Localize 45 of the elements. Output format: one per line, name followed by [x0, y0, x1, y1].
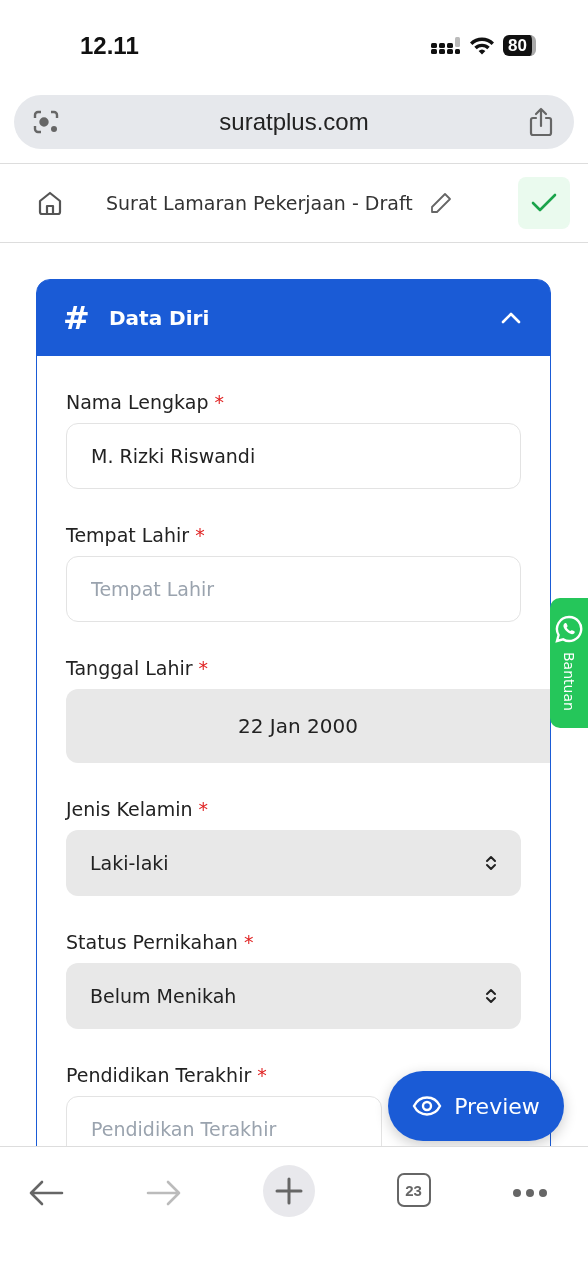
- eye-icon: [412, 1095, 443, 1117]
- document-title: Surat Lamaran Pekerjaan - Draft: [106, 192, 413, 214]
- input-field[interactable]: M. Rizki Riswandi: [66, 423, 521, 489]
- field-label: Tanggal Lahir: [66, 657, 193, 679]
- select-field[interactable]: Belum Menikah: [66, 963, 521, 1029]
- field-label: Tempat Lahir: [66, 524, 190, 546]
- check-icon: [531, 192, 557, 214]
- status-time: 12.11: [80, 31, 139, 60]
- required-mark: *: [198, 798, 208, 820]
- field-label: Status Pernikahan: [66, 931, 238, 953]
- preview-button[interactable]: Preview: [388, 1071, 564, 1141]
- home-icon[interactable]: [36, 189, 64, 217]
- share-icon[interactable]: [528, 107, 554, 137]
- address-bar[interactable]: suratplus.com: [14, 95, 574, 149]
- field-label: Nama Lengkap: [66, 391, 209, 413]
- required-mark: *: [195, 524, 205, 546]
- chevron-icon[interactable]: [500, 311, 522, 325]
- url-text: suratplus.com: [219, 108, 369, 136]
- updown-icon: [485, 854, 497, 872]
- updown-icon: [485, 987, 497, 1005]
- chat-phone-icon: [554, 614, 584, 644]
- required-mark: *: [214, 391, 224, 413]
- wifi-icon: [469, 36, 496, 55]
- battery-indicator: 80: [503, 35, 536, 56]
- field-label: Pendidikan Terakhir: [66, 1064, 252, 1086]
- select-field[interactable]: Laki-laki: [66, 830, 521, 896]
- required-mark: *: [198, 657, 209, 679]
- more-icon[interactable]: [512, 1188, 548, 1198]
- tab-count-button[interactable]: 23: [396, 1173, 431, 1207]
- save-button[interactable]: [518, 177, 570, 229]
- required-mark: *: [243, 931, 254, 953]
- camera-search-icon[interactable]: [32, 108, 60, 136]
- input-field[interactable]: Pendidikan Terakhir: [66, 1096, 382, 1146]
- new-tab-button[interactable]: [263, 1165, 315, 1217]
- date-field[interactable]: 22 Jan 2000: [66, 689, 550, 763]
- field-label: Jenis Kelamin: [66, 798, 193, 820]
- plus-icon: [275, 1177, 303, 1205]
- section-header[interactable]: # Data Diri: [37, 280, 550, 356]
- pencil-icon[interactable]: [428, 191, 453, 215]
- required-mark: *: [257, 1064, 267, 1086]
- back-arrow-icon[interactable]: [28, 1179, 64, 1207]
- section-title: Data Diri: [109, 306, 211, 330]
- input-field[interactable]: Tempat Lahir: [66, 556, 521, 622]
- signal-icon: [431, 36, 462, 55]
- section-icon: #: [63, 299, 109, 337]
